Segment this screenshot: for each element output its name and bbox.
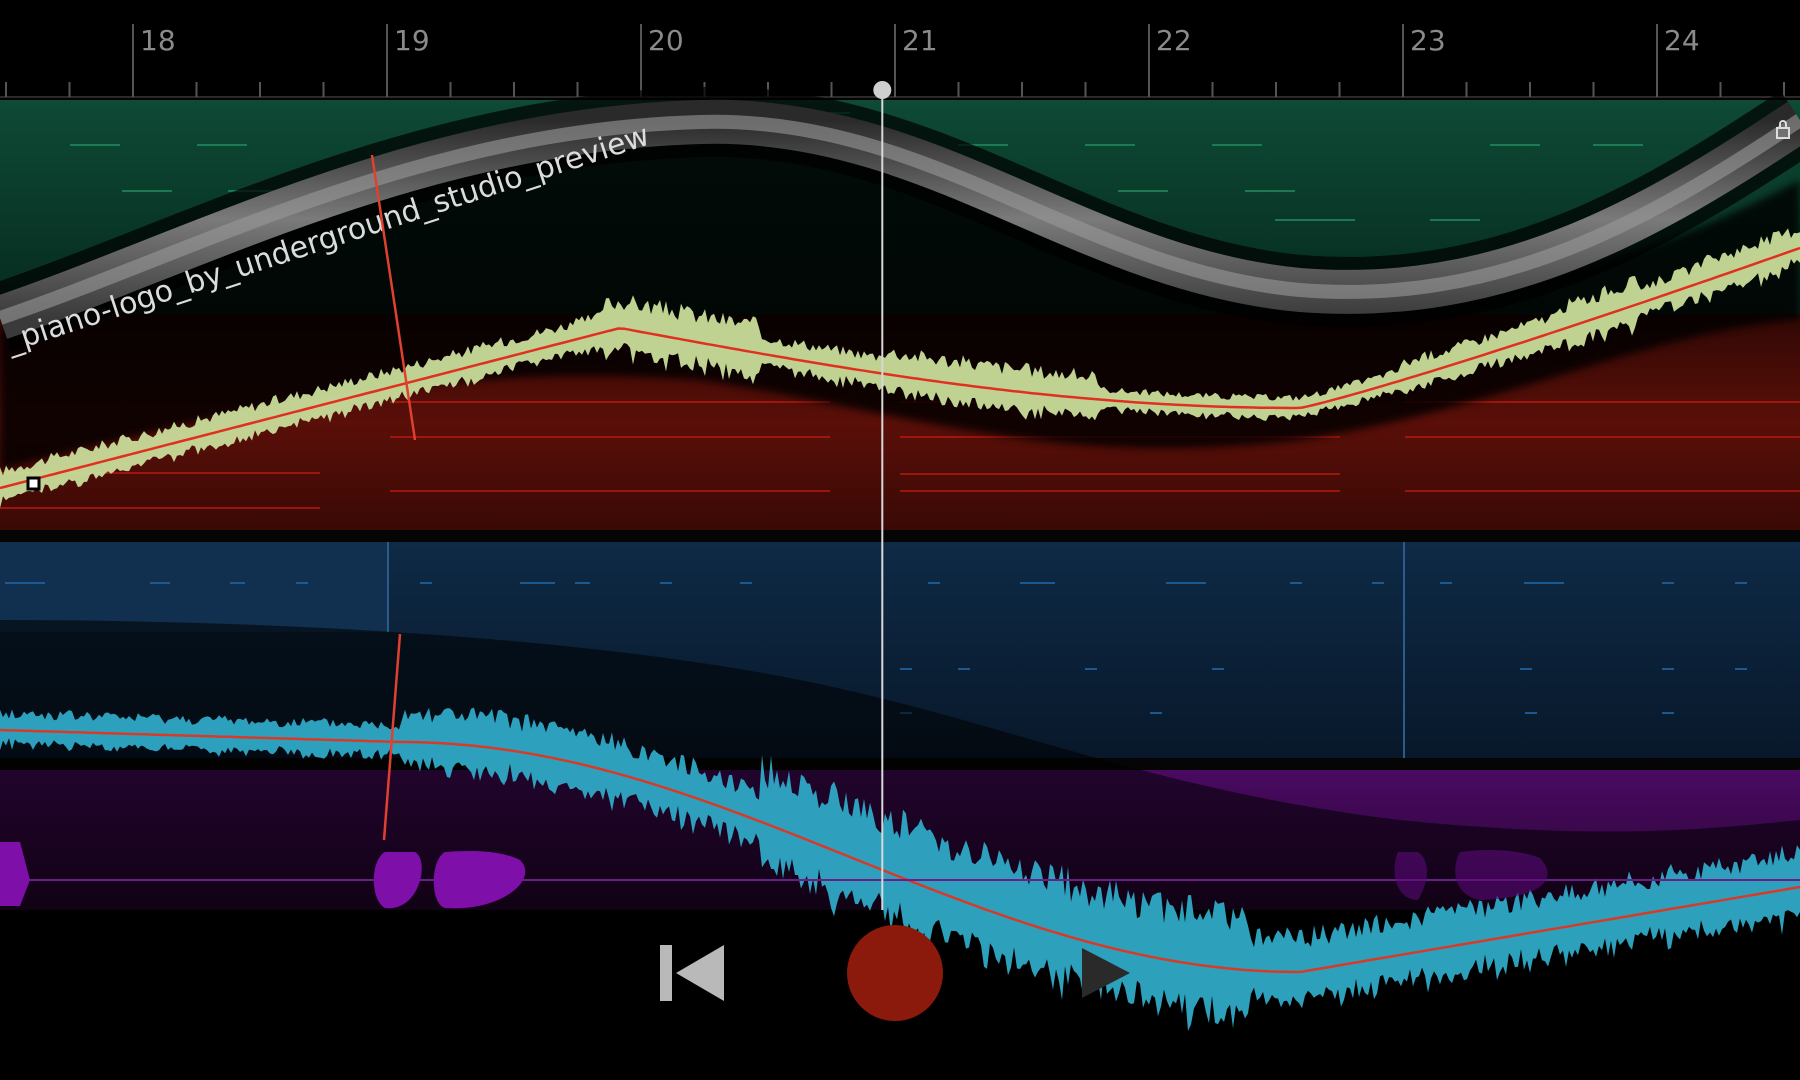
note-dash xyxy=(900,473,1340,475)
record-button[interactable] xyxy=(847,925,943,1021)
note-dash xyxy=(1150,712,1162,714)
bar-number-label: 18 xyxy=(140,24,176,57)
note-dash xyxy=(575,582,590,584)
note-dash xyxy=(70,144,120,146)
note-dash xyxy=(1662,668,1674,670)
note-dash xyxy=(1662,582,1674,584)
bar-number-label: 19 xyxy=(394,24,430,57)
note-dash xyxy=(390,401,830,403)
note-dash xyxy=(1405,436,1800,438)
note-dash xyxy=(1440,582,1452,584)
note-dash xyxy=(390,490,830,492)
note-dash xyxy=(1662,712,1674,714)
note-dash xyxy=(1085,144,1135,146)
note-dash xyxy=(1212,144,1262,146)
envelope-breakpoint[interactable] xyxy=(26,476,41,491)
note-dash xyxy=(230,582,245,584)
blue-track-header-strip xyxy=(0,542,388,632)
record-icon xyxy=(847,925,943,1021)
skip-to-start-icon xyxy=(660,945,672,1001)
note-dash xyxy=(1735,582,1747,584)
note-dash xyxy=(740,582,752,584)
note-dash xyxy=(520,582,555,584)
bar-number-label: 23 xyxy=(1410,24,1446,57)
bar-number-label: 24 xyxy=(1664,24,1700,57)
note-dash xyxy=(1275,219,1355,221)
note-dash xyxy=(1166,582,1206,584)
note-dash xyxy=(660,582,672,584)
lane-gap xyxy=(0,530,1800,542)
bar-number-label: 22 xyxy=(1156,24,1192,57)
note-dash xyxy=(1212,668,1224,670)
note-dash xyxy=(1593,144,1643,146)
note-dash xyxy=(1525,712,1537,714)
note-dash xyxy=(122,190,172,192)
note-dash xyxy=(1405,490,1800,492)
note-dash xyxy=(0,507,320,509)
note-dash xyxy=(390,436,830,438)
note-dash xyxy=(1520,668,1532,670)
note-dash xyxy=(1372,582,1384,584)
bar-number-label: 21 xyxy=(902,24,938,57)
note-dash xyxy=(1020,582,1055,584)
note-dash xyxy=(5,582,45,584)
note-dash xyxy=(420,582,432,584)
note-dash xyxy=(1290,582,1302,584)
note-dash xyxy=(900,490,1340,492)
note-dash xyxy=(1524,582,1564,584)
timeline-ruler[interactable]: 18 19 20 21 22 23 24 xyxy=(0,0,1800,98)
note-dash xyxy=(1735,668,1747,670)
note-dash xyxy=(1245,190,1295,192)
bar-number-label: 20 xyxy=(648,24,684,57)
arrangement-view: 18 19 20 21 22 23 24 _piano-logo_by_undergroun… xyxy=(0,0,1800,1080)
note-dash xyxy=(296,582,308,584)
note-dash xyxy=(150,582,170,584)
note-dash xyxy=(197,144,247,146)
note-dash xyxy=(1430,219,1480,221)
note-dash xyxy=(900,668,912,670)
note-dash xyxy=(1118,190,1168,192)
note-dash xyxy=(928,582,940,584)
note-dash xyxy=(1490,144,1540,146)
note-dash xyxy=(1085,668,1097,670)
note-dash xyxy=(958,668,970,670)
